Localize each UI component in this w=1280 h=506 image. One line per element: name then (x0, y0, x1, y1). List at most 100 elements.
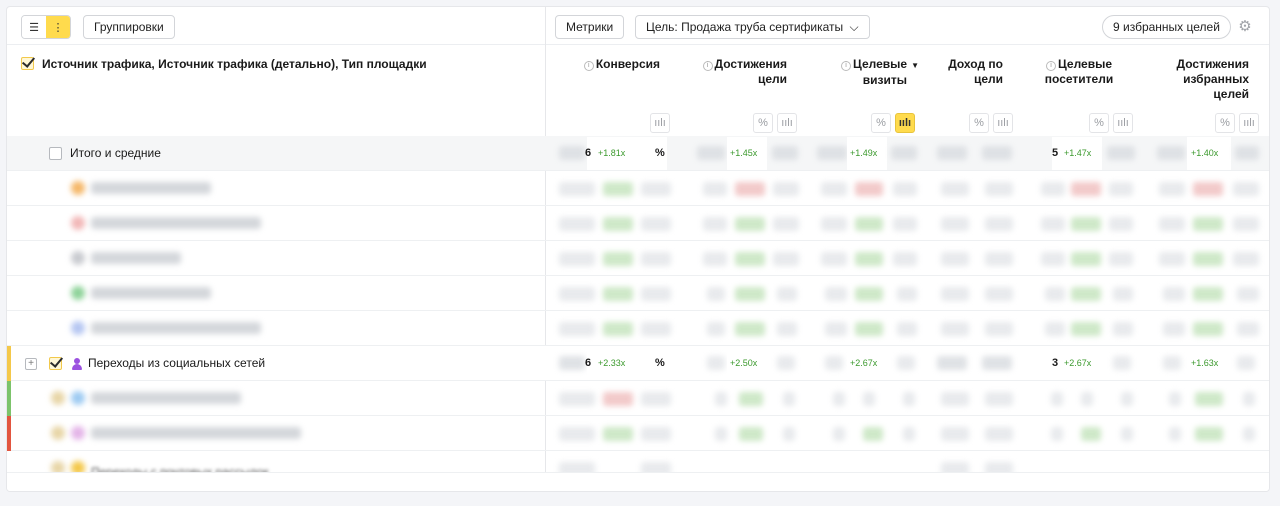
chart-toggle-button[interactable]: ıılı (993, 113, 1013, 133)
blurred-value (773, 252, 799, 266)
blurred-value (603, 322, 633, 336)
table-row-partial[interactable]: Переходы с почтовых рассылок (7, 451, 1269, 473)
blurred-value (1051, 392, 1063, 406)
blurred-value (1071, 182, 1101, 196)
blurred-value (559, 217, 595, 231)
row-label-blurred (91, 252, 181, 264)
chart-toggle-button[interactable]: ıılı (777, 113, 797, 133)
metric-toggles-goal-revenue: % ıılı (969, 113, 1013, 133)
metric-header-goal-revenue[interactable]: Доход по цели (927, 57, 1003, 87)
blurred-value (1121, 427, 1133, 441)
blurred-value (603, 392, 633, 406)
blurred-value (1157, 146, 1185, 160)
blurred-value (833, 427, 845, 441)
favorite-goals-button[interactable]: 9 избранных целей (1102, 15, 1231, 39)
goal-select-label: Цель: Продажа труба сертификаты (646, 20, 844, 34)
source-icon (71, 181, 85, 195)
blurred-value (941, 322, 969, 336)
tree-icon: ⋮ (52, 21, 64, 34)
row-checkbox[interactable] (49, 357, 62, 370)
blurred-value (772, 146, 798, 160)
blurred-value (1169, 427, 1181, 441)
row-accent-bar (7, 416, 11, 451)
chart-toggle-button[interactable]: ıılı (1113, 113, 1133, 133)
blurred-value (735, 182, 765, 196)
metrics-button[interactable]: Метрики (555, 15, 625, 39)
blurred-value (1193, 217, 1223, 231)
favorite-reaches-delta: +1.63x (1191, 358, 1219, 368)
blurred-value (697, 146, 725, 160)
blurred-value (1041, 182, 1065, 196)
table-row-total[interactable]: Итого и средние 6 +1.81x % +1.45x +1.49x… (7, 136, 1269, 171)
conversion-value-right: % (655, 357, 665, 369)
table-row-social[interactable]: + Переходы из социальных сетей 6 +2.33x … (7, 346, 1269, 381)
blurred-value (941, 287, 969, 301)
table-row[interactable] (7, 381, 1269, 416)
metric-header-goal-reaches[interactable]: i Достижения цели (695, 57, 787, 87)
row-checkbox[interactable] (49, 147, 62, 160)
blurred-value (1237, 322, 1259, 336)
row-label-partial: Переходы с почтовых рассылок (91, 465, 269, 473)
chart-toggle-button[interactable]: ıılı (1239, 113, 1259, 133)
blurred-value (941, 252, 969, 266)
metric-header-favorite-reaches[interactable]: Достижения избранных целей (1157, 57, 1249, 102)
blurred-value (735, 217, 765, 231)
blurred-value (897, 287, 917, 301)
metric-header-target-visitors[interactable]: i Целевые посетители (1037, 57, 1121, 87)
table-row[interactable] (7, 206, 1269, 241)
blurred-value (891, 146, 917, 160)
blurred-value (1193, 287, 1223, 301)
blurred-value (1081, 427, 1101, 441)
percent-toggle-button[interactable]: % (1215, 113, 1235, 133)
goal-select[interactable]: Цель: Продажа труба сертификаты ⌵ (635, 15, 870, 39)
blurred-value (707, 322, 725, 336)
blurred-value (603, 217, 633, 231)
blurred-value (903, 392, 915, 406)
table-bottom-padding (7, 473, 1269, 491)
percent-toggle-button[interactable]: % (969, 113, 989, 133)
chart-toggle-button[interactable]: ıılı (650, 113, 670, 133)
conversion-value-left: 6 (585, 357, 592, 369)
groupings-button[interactable]: Группировки (83, 15, 175, 39)
report-frame: ☰ ⋮ Группировки Метрики Цель: Продажа тр… (6, 6, 1270, 492)
blurred-value (985, 322, 1013, 336)
toolbar: ☰ ⋮ Группировки Метрики Цель: Продажа тр… (7, 7, 1269, 45)
gear-icon[interactable]: ⚙ (1237, 19, 1253, 35)
blurred-value (1233, 182, 1259, 196)
blurred-value (1071, 217, 1101, 231)
table-row[interactable] (7, 276, 1269, 311)
blurred-value (1113, 287, 1133, 301)
select-all-checkbox[interactable] (21, 57, 34, 70)
percent-toggle-button[interactable]: % (871, 113, 891, 133)
metric-header-conversion[interactable]: i Конверсия (582, 57, 660, 72)
row-label: Итого и средние (70, 146, 161, 160)
blurred-value (825, 322, 847, 336)
metric-header-target-visits[interactable]: i Целевые ▼ визиты (827, 57, 919, 88)
blurred-value (1195, 427, 1223, 441)
blurred-value (783, 392, 795, 406)
tree-view-button[interactable]: ⋮ (46, 16, 70, 38)
blurred-value (1159, 182, 1185, 196)
blurred-value (1109, 182, 1133, 196)
row-label-blurred (91, 217, 261, 229)
blurred-value (897, 356, 915, 370)
list-view-button[interactable]: ☰ (22, 16, 46, 38)
percent-toggle-button[interactable]: % (1089, 113, 1109, 133)
target-visitors-delta: +2.67x (1064, 358, 1092, 368)
table-row[interactable] (7, 241, 1269, 276)
table-row[interactable] (7, 171, 1269, 206)
conversion-value-left: 6 (585, 147, 592, 159)
percent-toggle-button[interactable]: % (753, 113, 773, 133)
blurred-value (1163, 322, 1185, 336)
blurred-value (941, 392, 969, 406)
blurred-value (641, 217, 671, 231)
chart-toggle-button-active[interactable]: ıılı (895, 113, 915, 133)
blurred-value (735, 252, 765, 266)
blurred-value (821, 252, 847, 266)
table-row[interactable] (7, 311, 1269, 346)
table-row[interactable] (7, 416, 1269, 451)
favorite-reaches-delta: +1.40x (1191, 148, 1219, 158)
expand-button[interactable]: + (25, 358, 37, 370)
goal-reaches-delta: +1.45x (730, 148, 758, 158)
conversion-value-right: % (655, 147, 665, 159)
